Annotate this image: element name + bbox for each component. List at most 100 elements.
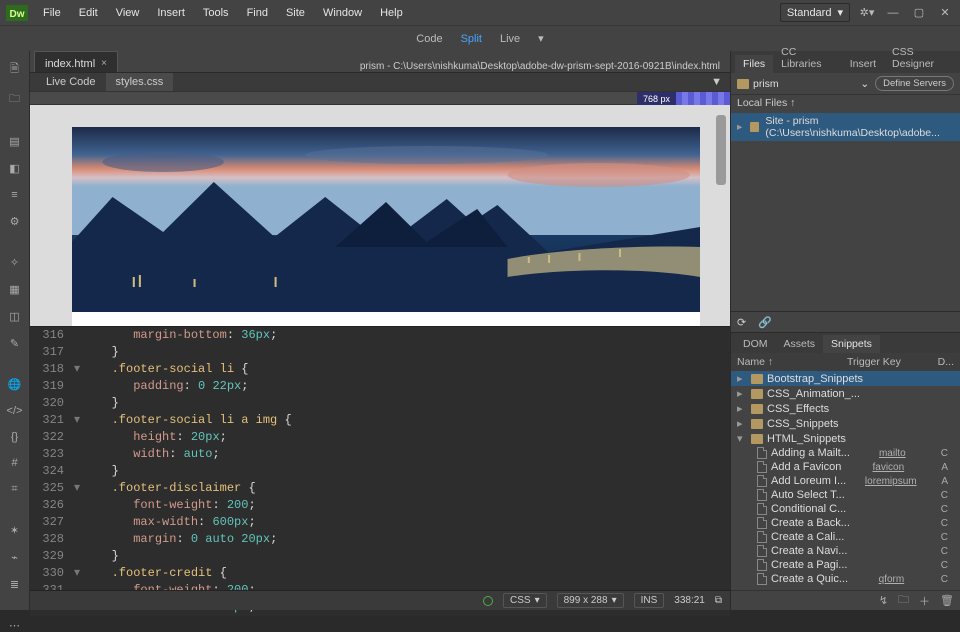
live-preview[interactable] — [30, 105, 730, 327]
menu-edit[interactable]: Edit — [70, 3, 107, 23]
globe-icon[interactable]: 🌐 — [7, 378, 23, 391]
status-device-icon[interactable]: ⧉ — [715, 595, 722, 606]
wand-icon[interactable]: ✧ — [7, 256, 23, 269]
panel-tab2-dom[interactable]: DOM — [735, 335, 776, 353]
new-folder-icon[interactable]: 🗀 — [898, 591, 909, 610]
files-root-row[interactable]: Site - prism (C:\Users\nishkuma\Desktop\… — [731, 113, 960, 141]
snippet-item[interactable]: Create a Cali... C — [731, 530, 960, 544]
snippet-item[interactable]: Create a Quic... qform C — [731, 572, 960, 586]
panel-tab-css-designer[interactable]: CSS Designer — [884, 43, 960, 73]
col-name[interactable]: Name ↑ — [737, 356, 837, 368]
snippet-folder[interactable]: HTML_Snippets — [731, 431, 960, 446]
files-header-localfiles[interactable]: Local Files ↑ — [731, 95, 960, 113]
code-editor[interactable]: 316 margin-bottom: 36px;317 }318▾ .foote… — [30, 327, 730, 616]
code-line[interactable]: 318▾ .footer-social li { — [30, 361, 730, 378]
close-icon[interactable]: × — [101, 58, 107, 69]
tab-index-html[interactable]: index.html × — [34, 51, 118, 72]
panel-tab2-assets[interactable]: Assets — [776, 335, 824, 353]
stack-icon[interactable]: ≣ — [7, 578, 23, 591]
filter-icon[interactable]: ▼ — [711, 76, 730, 88]
code-line[interactable]: 328 margin: 0 auto 20px; — [30, 531, 730, 548]
snippet-item[interactable]: Create a Navi... C — [731, 544, 960, 558]
code-line[interactable]: 323 width: auto; — [30, 446, 730, 463]
preview-scrollbar[interactable] — [716, 115, 726, 185]
panel-tab-insert[interactable]: Insert — [842, 55, 884, 73]
code-line[interactable]: 322 height: 20px; — [30, 429, 730, 446]
workspace-switcher[interactable]: Standard ▾ — [780, 3, 850, 22]
code-icon[interactable]: </> — [7, 405, 23, 417]
subtab-styles[interactable]: styles.css — [106, 73, 174, 91]
code-line[interactable]: 329 } — [30, 548, 730, 565]
menu-help[interactable]: Help — [371, 3, 412, 23]
code-line[interactable]: 319 padding: 0 22px; — [30, 378, 730, 395]
menu-file[interactable]: File — [34, 3, 70, 23]
snippet-item[interactable]: Adding a Mailt... mailto C — [731, 446, 960, 460]
star-icon[interactable]: ✶ — [7, 524, 23, 537]
list-icon[interactable]: ≡ — [7, 189, 23, 201]
snippet-folder[interactable]: CSS_Effects — [731, 401, 960, 416]
view-live[interactable]: Live — [500, 33, 520, 45]
grid-icon[interactable]: ▦ — [7, 283, 23, 296]
link-icon[interactable]: 🔗 — [758, 316, 772, 329]
code-line[interactable]: 326 font-weight: 200; — [30, 497, 730, 514]
code-line[interactable]: 330▾ .footer-credit { — [30, 565, 730, 582]
marker-icon[interactable]: ◫ — [7, 310, 23, 323]
chevron-down-icon[interactable]: ▾ — [538, 32, 544, 45]
sync-icon[interactable]: ↯ — [879, 594, 888, 607]
trash-icon[interactable]: 🗑 — [940, 594, 954, 607]
paint-icon[interactable]: ✎ — [7, 337, 23, 350]
snippet-item[interactable]: Create a Pagi... C — [731, 558, 960, 572]
code-line[interactable]: 317 } — [30, 344, 730, 361]
file-icon[interactable]: 🗎 — [7, 61, 23, 77]
snippet-folder[interactable]: Bootstrap_Snippets — [731, 371, 960, 386]
snippet-item[interactable]: Add Loreum I... loremipsum A — [731, 474, 960, 488]
more-icon[interactable]: ⋯ — [7, 619, 23, 632]
manage-sites-icon[interactable]: 🗀 — [7, 91, 23, 107]
code-line[interactable]: 325▾ .footer-disclaimer { — [30, 480, 730, 497]
close-button[interactable]: ✕ — [936, 6, 954, 20]
view-code[interactable]: Code — [416, 33, 442, 45]
dom-icon[interactable]: ▤ — [7, 135, 23, 148]
code-line[interactable]: 324 } — [30, 463, 730, 480]
add-icon[interactable]: ＋ — [919, 593, 930, 609]
site-selector[interactable]: prism ⌄ — [737, 78, 869, 90]
status-language[interactable]: CSS ▾ — [503, 593, 547, 608]
code-line[interactable]: 327 max-width: 600px; — [30, 514, 730, 531]
subtab-livecode[interactable]: Live Code — [36, 73, 106, 91]
refresh-icon[interactable]: ⟳ — [737, 316, 746, 329]
define-servers-button[interactable]: Define Servers — [875, 76, 954, 91]
menu-site[interactable]: Site — [277, 3, 314, 23]
menu-insert[interactable]: Insert — [148, 3, 194, 23]
menu-tools[interactable]: Tools — [194, 3, 238, 23]
col-trigger[interactable]: Trigger Key — [847, 356, 928, 368]
code-line[interactable]: 316 margin-bottom: 36px; — [30, 327, 730, 344]
menu-find[interactable]: Find — [238, 3, 277, 23]
comment-icon[interactable]: ⌁ — [7, 551, 23, 564]
snippet-folder[interactable]: CSS_Snippets — [731, 416, 960, 431]
snippet-item[interactable]: Auto Select T... C — [731, 488, 960, 502]
panel-tab-files[interactable]: Files — [735, 55, 773, 73]
snippet-item[interactable]: Conditional C... C — [731, 502, 960, 516]
tag-icon[interactable]: ⌗ — [7, 483, 23, 496]
snippet-item[interactable]: Create a Back... C — [731, 516, 960, 530]
snippet-folder[interactable]: CSS_Animation_... — [731, 386, 960, 401]
hash-icon[interactable]: # — [7, 457, 23, 469]
snippet-item[interactable]: Add a Favicon favicon A — [731, 460, 960, 474]
sync-settings-icon[interactable]: ✲▾ — [858, 6, 876, 20]
minimize-button[interactable]: — — [884, 6, 902, 20]
assets-icon[interactable]: ◧ — [7, 162, 23, 175]
panel-tab-cc-libraries[interactable]: CC Libraries — [773, 43, 842, 73]
view-split[interactable]: Split — [461, 33, 482, 45]
status-ins[interactable]: INS — [634, 593, 665, 608]
col-d[interactable]: D... — [938, 356, 954, 368]
breakpoint-marker[interactable]: 768 px — [637, 92, 676, 106]
menu-window[interactable]: Window — [314, 3, 371, 23]
code-line[interactable]: 321▾ .footer-social li a img { — [30, 412, 730, 429]
gear-icon[interactable]: ⚙ — [7, 215, 23, 228]
status-dimensions[interactable]: 899 x 288 ▾ — [557, 593, 624, 608]
bracket-icon[interactable]: {} — [7, 431, 23, 443]
panel-tab2-snippets[interactable]: Snippets — [823, 335, 880, 353]
menu-view[interactable]: View — [107, 3, 149, 23]
code-line[interactable]: 320 } — [30, 395, 730, 412]
maximize-button[interactable]: ▢ — [910, 6, 928, 20]
